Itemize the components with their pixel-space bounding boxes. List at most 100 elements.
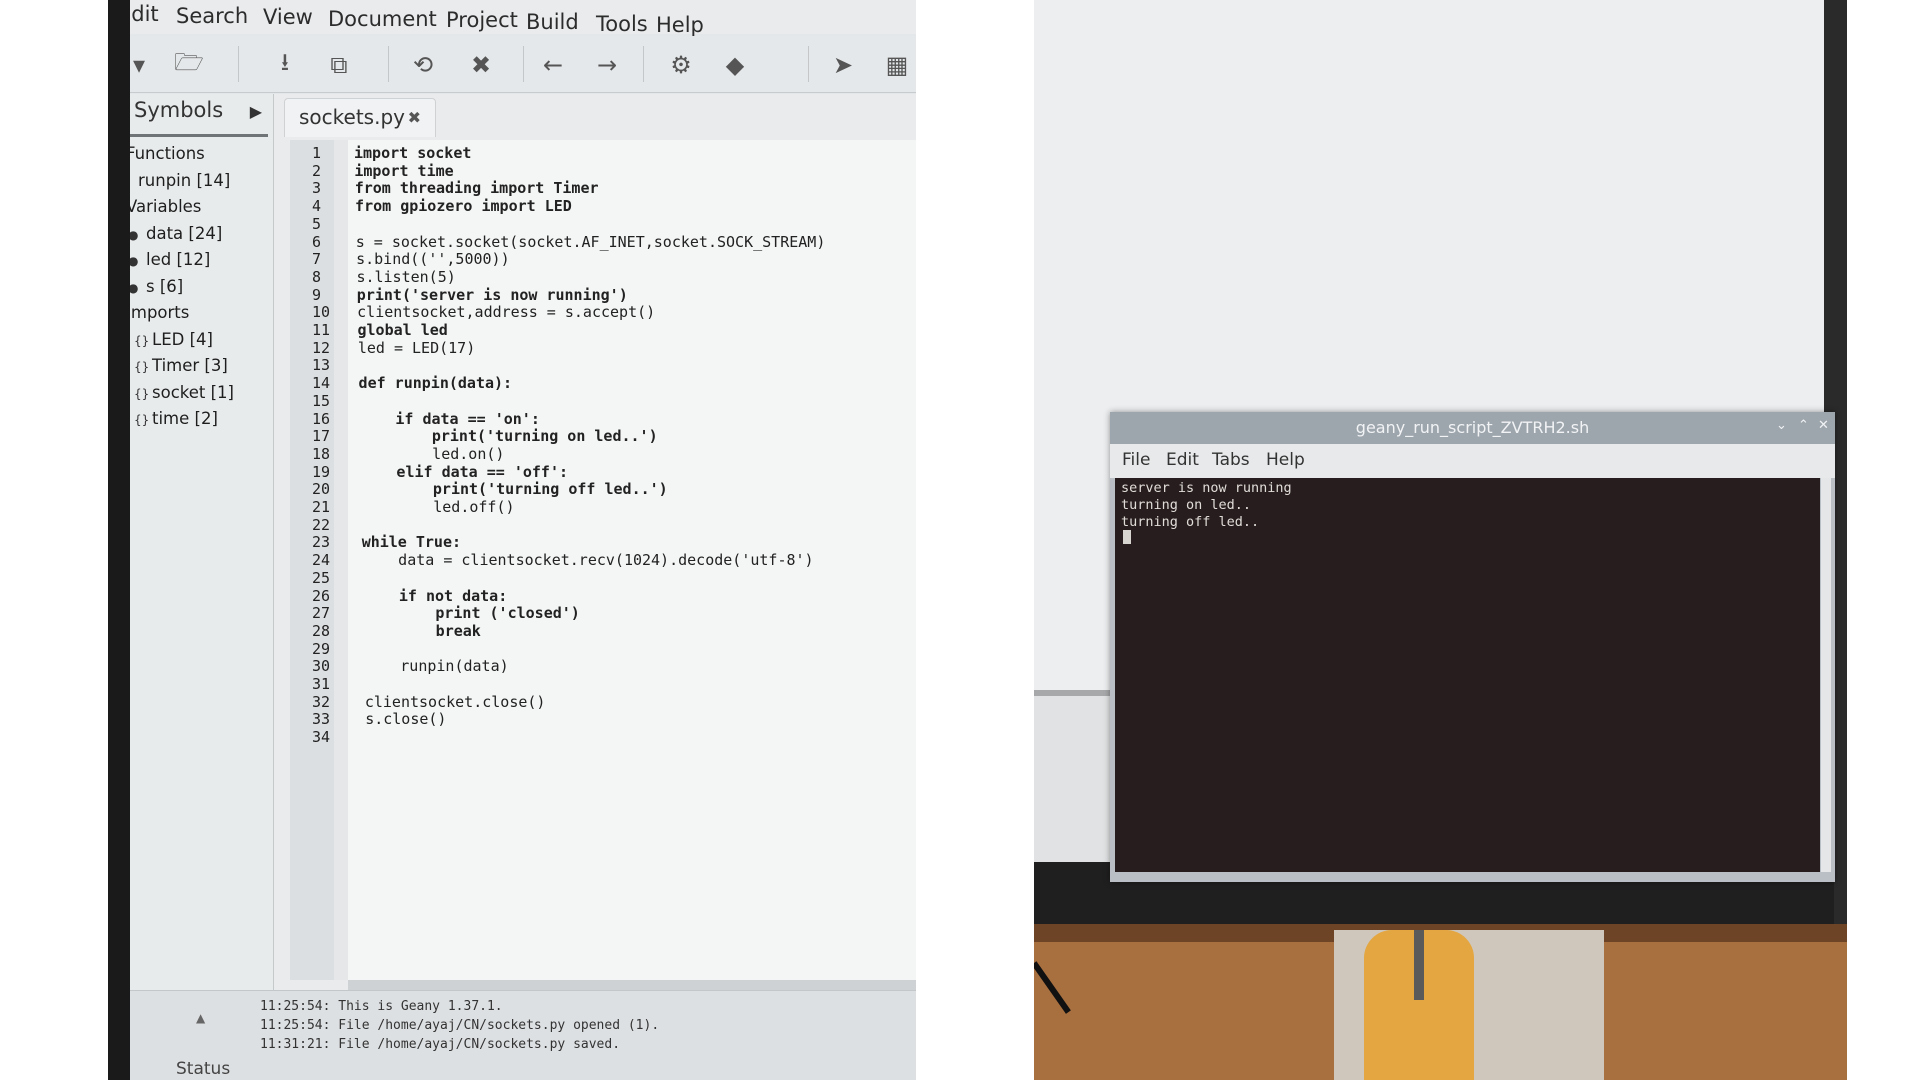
toolbar-separator — [238, 46, 239, 82]
tree-node-icon: ● — [128, 227, 139, 242]
chevron-up-icon[interactable]: ▲ — [196, 1011, 205, 1025]
tree-item-import[interactable]: {} Timer [3] — [134, 356, 228, 375]
menu-search[interactable]: Search — [176, 4, 248, 28]
tree-node-icon: ● — [128, 280, 139, 295]
terminal-window: geany_run_script_ZVTRH2.sh ⌄ ⌃ ✕ File Edi… — [1110, 412, 1835, 882]
line-number: 4 — [312, 197, 322, 216]
line-number: 19 — [312, 462, 331, 481]
tree-item-variable[interactable]: ● led [12] — [128, 250, 210, 269]
menu-help[interactable]: Help — [656, 13, 704, 37]
line-number: 6 — [312, 232, 322, 251]
back-icon[interactable]: ← — [536, 48, 570, 82]
terminal-output-line: turning off led.. — [1121, 514, 1260, 530]
terminal-output[interactable]: server is now running turning on led.. tur… — [1115, 478, 1820, 872]
close-icon[interactable]: ✕ — [1818, 418, 1829, 433]
symbols-sidebar: Symbols ▶ ▾Functions⚯runpin [14]▾Variabl… — [108, 94, 273, 994]
tree-item-import[interactable]: {} LED [4] — [134, 330, 213, 349]
code-line: data = clientsocket.recv(1024).decode('u… — [362, 551, 814, 570]
terminal-cursor — [1123, 530, 1131, 544]
tree-node-icon: {} — [134, 413, 150, 427]
menu-build[interactable]: Build — [526, 10, 579, 34]
line-number: 10 — [312, 303, 331, 322]
terminal-title: geany_run_script_ZVTRH2.sh — [1355, 418, 1590, 437]
tree-item-variable[interactable]: ● data [24] — [128, 224, 222, 243]
tree-node-icon: {} — [134, 386, 150, 401]
tree-node-icon: {} — [134, 333, 150, 348]
symbol-label: socket [1] — [152, 382, 234, 402]
monitor-bezel — [108, 0, 130, 1080]
code-line: global led — [357, 321, 448, 339]
compile-icon[interactable]: ⚙ — [664, 48, 698, 82]
minimize-icon[interactable]: ⌄ — [1776, 418, 1787, 433]
horizontal-scrollbar[interactable] — [348, 980, 916, 990]
color-icon[interactable]: ▦ — [880, 48, 914, 82]
menu-project[interactable]: Project — [446, 8, 518, 32]
tree-item-import[interactable]: {} socket [1] — [134, 383, 234, 402]
code-area[interactable]: import socket import time from threading i… — [348, 140, 916, 980]
line-number: 28 — [312, 621, 331, 640]
line-number: 21 — [312, 498, 331, 516]
line-number: 27 — [312, 604, 331, 623]
terminal-title-bar[interactable]: geany_run_script_ZVTRH2.sh ⌄ ⌃ ✕ — [1110, 412, 1835, 444]
line-number: 17 — [312, 427, 331, 446]
terminal-menu-help[interactable]: Help — [1266, 450, 1305, 470]
reload-icon[interactable]: ⟲ — [406, 48, 440, 82]
code-line: break — [363, 621, 481, 640]
code-line: import socket — [354, 144, 472, 162]
line-number: 13 — [312, 356, 331, 375]
code-line: from gpiozero import LED — [355, 197, 572, 216]
line-number: 30 — [312, 657, 331, 676]
chevron-right-icon[interactable]: ▶ — [250, 102, 262, 121]
terminal-scrollbar[interactable] — [1821, 478, 1831, 872]
save-icon[interactable]: ⭳ — [268, 48, 302, 82]
menu-view[interactable]: View — [263, 5, 313, 29]
symbol-label: Variables — [126, 197, 202, 216]
code-line: print('server is now running') — [356, 285, 628, 304]
menu-document[interactable]: Document — [328, 7, 437, 31]
terminal-menu-file[interactable]: File — [1122, 450, 1150, 470]
terminal-output-line: turning on led.. — [1121, 497, 1252, 513]
symbol-label: led [12] — [146, 250, 211, 269]
tab-status[interactable]: Status — [176, 1059, 230, 1079]
close-icon[interactable]: ✖ — [408, 108, 421, 127]
code-line: while True: — [361, 533, 462, 552]
tab-sockets-py[interactable]: sockets.py ✖ — [284, 98, 436, 137]
line-number: 5 — [312, 214, 322, 233]
code-editor: sockets.py ✖ 1 2 3 4 5 6 7 8 9 10 11 12 13 14 15 16 17 18… — [273, 94, 916, 990]
menu-tools[interactable]: Tools — [596, 12, 648, 36]
build-icon[interactable]: ◆ — [718, 48, 752, 82]
save-all-icon[interactable]: ⧉ — [322, 48, 356, 82]
line-number: 31 — [312, 675, 331, 693]
tree-node-icon: ● — [128, 254, 139, 268]
tree-node-icon: {} — [134, 360, 150, 374]
code-line: print('turning on led..') — [359, 427, 658, 446]
status-panel: ▲ Status 11:25:54: This is Geany 1.37.1.… — [108, 990, 916, 1080]
toolbar-separator — [643, 46, 644, 82]
tree-item-function[interactable]: ⚯runpin [14] — [120, 171, 230, 190]
screwdriver-shaft — [1414, 930, 1424, 1000]
maximize-icon[interactable]: ⌃ — [1798, 418, 1809, 433]
line-number: 24 — [312, 551, 331, 570]
symbol-label: data [24] — [146, 223, 223, 243]
line-number: 29 — [312, 639, 331, 658]
symbol-label: LED [4] — [152, 329, 213, 349]
terminal-menu-bar: File Edit Tabs Help — [1110, 444, 1835, 478]
tree-item-variable[interactable]: ● s [6] — [128, 277, 183, 296]
line-number: 22 — [312, 515, 331, 534]
code-line: def runpin(data): — [358, 374, 513, 393]
line-number: 7 — [312, 250, 322, 269]
code-line: led = LED(17) — [357, 338, 476, 357]
terminal-menu-tabs[interactable]: Tabs — [1212, 450, 1250, 470]
close-file-icon[interactable]: ✖ — [464, 48, 498, 82]
terminal-menu-edit[interactable]: Edit — [1166, 450, 1199, 470]
tab-symbols[interactable]: Symbols ▶ — [120, 94, 268, 137]
forward-icon[interactable]: → — [590, 48, 624, 82]
send-icon[interactable]: ➤ — [826, 48, 860, 82]
code-line: print ('closed') — [363, 604, 580, 623]
tree-item-import[interactable]: {} time [2] — [134, 409, 218, 428]
symbol-label: Imports — [126, 303, 190, 322]
line-number: 14 — [312, 374, 331, 393]
open-folder-icon[interactable]: 🗁 — [172, 48, 206, 82]
code-line: runpin(data) — [364, 657, 509, 676]
code-line: clientsocket,address = s.accept() — [357, 303, 656, 322]
